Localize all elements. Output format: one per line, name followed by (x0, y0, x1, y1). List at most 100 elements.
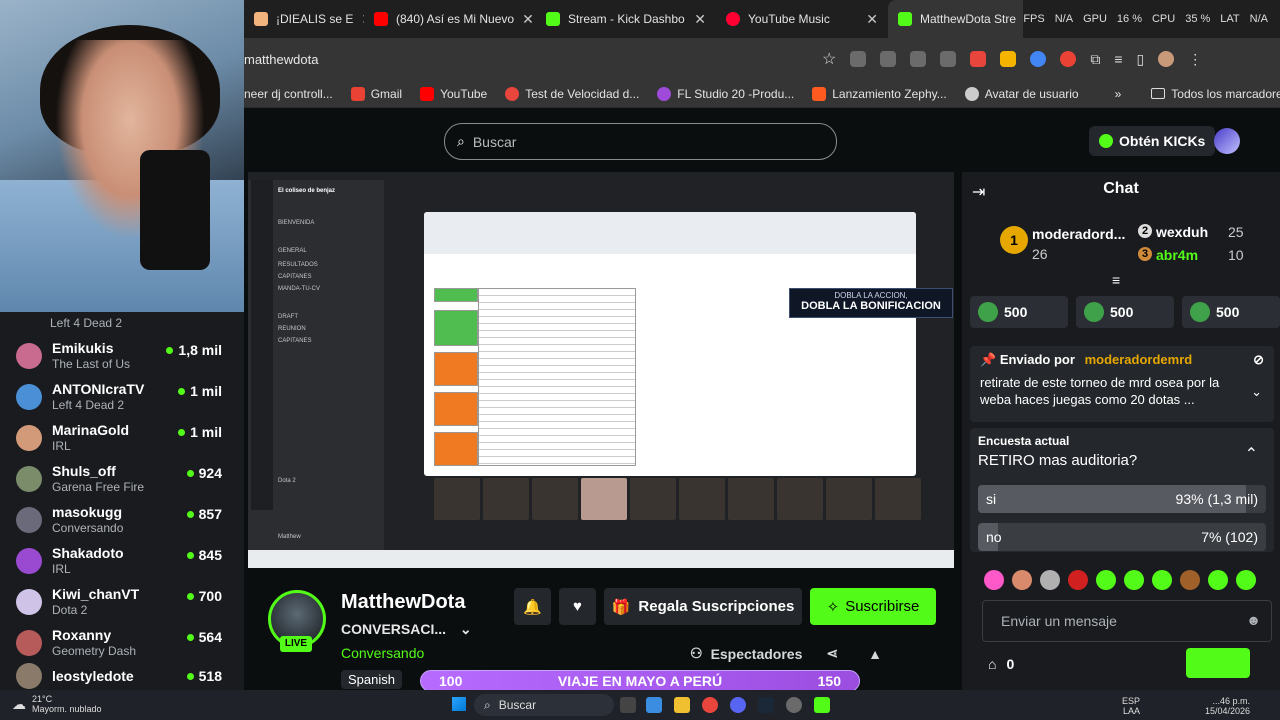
emote-icon[interactable] (1040, 570, 1060, 590)
chrome-icon[interactable] (702, 697, 718, 713)
pinned-user[interactable]: moderadordemrd (1085, 352, 1193, 367)
emote-icon[interactable] (1236, 570, 1256, 590)
sidebar-channel-roxanny[interactable]: Roxanny Geometry Dash 564 (16, 623, 236, 663)
taskbar-search[interactable]: ⌕ Buscar (474, 694, 614, 716)
filter-icon[interactable]: ≡ (1112, 272, 1120, 288)
bookmark-star-icon[interactable]: ☆ (822, 49, 836, 69)
video-player[interactable]: El coliseo de benjaz BIENVENIDA GENERAL … (248, 172, 954, 568)
gift-subs-button[interactable]: 🎁 Regala Suscripciones (604, 588, 802, 625)
sidebar-channel-shuls-off[interactable]: Shuls_off Garena Free Fire 924 (16, 459, 236, 499)
extension-icon[interactable] (1030, 51, 1047, 67)
browser-tab-1[interactable]: (840) Así es Mi Nuevo ✕ (364, 0, 536, 38)
emoji-icon[interactable]: ☻ (1246, 612, 1261, 628)
emote-icon[interactable] (1208, 570, 1228, 590)
search-input[interactable]: ⌕ Buscar (444, 123, 837, 160)
kicks-balance[interactable]: ⌂ 0 (988, 656, 1014, 672)
discord-icon[interactable] (730, 697, 746, 713)
chat-send-button[interactable] (1186, 648, 1250, 678)
user-avatar[interactable] (1214, 128, 1240, 154)
report-icon[interactable]: ▲ (868, 646, 882, 662)
leaderboard-name[interactable]: wexduh (1156, 224, 1208, 240)
sidebar-channel-masokugg[interactable]: masokugg Conversando 857 (16, 500, 236, 540)
puzzle-icon[interactable]: ⧉ (1090, 51, 1100, 68)
obs-icon[interactable] (786, 697, 802, 713)
sidebar-channel-kiwi-chanvt[interactable]: Kiwi_chanVT Dota 2 700 (16, 582, 236, 622)
close-tab-icon[interactable]: ✕ (866, 11, 878, 28)
extension-icon[interactable] (940, 51, 957, 67)
bookmark-0[interactable]: neer dj controll... (244, 87, 333, 101)
extension-icon[interactable] (880, 51, 897, 67)
sidebar-channel-emikukis[interactable]: Emikukis The Last of Us 1,8 mil (16, 336, 236, 376)
leaderboard-name[interactable]: moderadord... (1032, 226, 1125, 242)
stream-category[interactable]: Conversando (341, 645, 424, 661)
emote-icon[interactable] (1180, 570, 1200, 590)
poll-option-no[interactable]: no 7% (102) (978, 523, 1266, 551)
bookmark-youtube[interactable]: YouTube (420, 86, 487, 101)
menu-dots-icon[interactable]: ⋮ (1188, 51, 1202, 68)
explorer-icon[interactable] (674, 697, 690, 713)
sidebar-channel-marinagold[interactable]: MarinaGold IRL 1 mil (16, 418, 236, 458)
bookmark-gmail[interactable]: Gmail (350, 86, 402, 101)
bookmark-flstudio[interactable]: FL Studio 20 -Produ... (657, 86, 794, 101)
share-icon[interactable]: ⋖ (826, 645, 838, 662)
emote-icon[interactable] (1152, 570, 1172, 590)
follow-heart-button[interactable]: ♥ (559, 588, 596, 625)
emote-icon[interactable] (1124, 570, 1144, 590)
close-tab-icon[interactable]: ✕ (522, 11, 534, 28)
extension-icon[interactable] (1000, 51, 1017, 67)
sheet-cell (434, 288, 478, 302)
notification-bell-button[interactable]: 🔔 (514, 588, 551, 625)
stream-title[interactable]: CONVERSACI... ⌄ (341, 621, 472, 638)
browser-tab-3[interactable]: YouTube Music ✕ (716, 0, 888, 38)
sidebar-channel-leostyledote[interactable]: leostyledote 518 (16, 662, 236, 690)
subscribe-button[interactable]: ✧ Suscribirse (810, 588, 936, 625)
more-bookmarks-icon[interactable]: » (1115, 87, 1122, 101)
emote-icon[interactable] (1096, 570, 1116, 590)
sidebar-channel-antonicratv[interactable]: ANTONIcraTV Left 4 Dead 2 1 mil (16, 377, 236, 417)
hide-icon[interactable]: ⊘ (1253, 352, 1264, 368)
profile-avatar-icon[interactable] (1158, 51, 1175, 67)
edge-icon[interactable] (646, 697, 662, 713)
channel-name[interactable]: MatthewDota (341, 591, 465, 614)
chevron-down-icon[interactable]: ⌄ (460, 621, 472, 637)
extension-icon[interactable] (970, 51, 987, 67)
browser-tab-2[interactable]: Stream - Kick Dashbo ✕ (536, 0, 716, 38)
kicks-gift[interactable]: 500 (970, 296, 1068, 328)
bookmark-avatar[interactable]: Avatar de usuario (964, 86, 1079, 101)
emote-icon[interactable] (1068, 570, 1088, 590)
extension-icon[interactable] (850, 51, 867, 67)
language-tag[interactable]: Spanish (341, 670, 402, 689)
kicks-gift[interactable]: 500 (1182, 296, 1280, 328)
chevron-down-icon[interactable]: ⌄ (1251, 384, 1262, 400)
all-bookmarks[interactable]: Todos los marcadores (1151, 87, 1280, 101)
browser-tab-0[interactable]: ¡DIEALIS se E ✕ (244, 0, 364, 38)
chevron-up-icon[interactable]: ⌃ (1245, 444, 1258, 464)
sidebar-channel-shakadoto[interactable]: Shakadoto IRL 845 (16, 541, 236, 581)
chat-message-input[interactable]: Enviar un mensaje ☻ (982, 600, 1272, 642)
poll-option-si[interactable]: si 93% (1,3 mil) (978, 485, 1266, 513)
extension-icon[interactable] (910, 51, 927, 67)
url-field[interactable]: matthewdota (244, 44, 844, 74)
emote-icon[interactable] (984, 570, 1004, 590)
kick-app-icon[interactable] (814, 697, 830, 713)
extension-icon[interactable] (1060, 51, 1077, 67)
get-kicks-button[interactable]: Obtén KICKs (1089, 126, 1216, 156)
bookmark-zephyrus[interactable]: Lanzamiento Zephy... (812, 86, 947, 101)
clock[interactable]: ...46 p.m. 15/04/2026 (1205, 696, 1250, 716)
steam-icon[interactable] (758, 697, 774, 713)
weather-widget[interactable]: ☁ 21°C Mayorm. nublado (12, 694, 102, 714)
kicks-gift[interactable]: 500 (1076, 296, 1174, 328)
sidebar-icon[interactable]: ▯ (1137, 51, 1145, 68)
bookmark-speedtest[interactable]: Test de Velocidad d... (505, 86, 639, 101)
leaderboard-name[interactable]: abr4m (1156, 247, 1198, 263)
search-icon: ⌕ (484, 697, 491, 712)
close-tab-icon[interactable]: ✕ (694, 11, 706, 28)
windows-start-icon[interactable] (452, 697, 466, 711)
folder-icon (1151, 88, 1166, 99)
media-icon[interactable]: ≡ (1114, 51, 1122, 67)
emote-icon[interactable] (1012, 570, 1032, 590)
task-view-icon[interactable] (620, 697, 636, 713)
pinned-by-label: Enviado por (999, 352, 1075, 367)
lang-indicator[interactable]: ESP (1122, 696, 1140, 706)
goal-text: VIAJE EN MAYO A PERÚ (557, 673, 723, 689)
